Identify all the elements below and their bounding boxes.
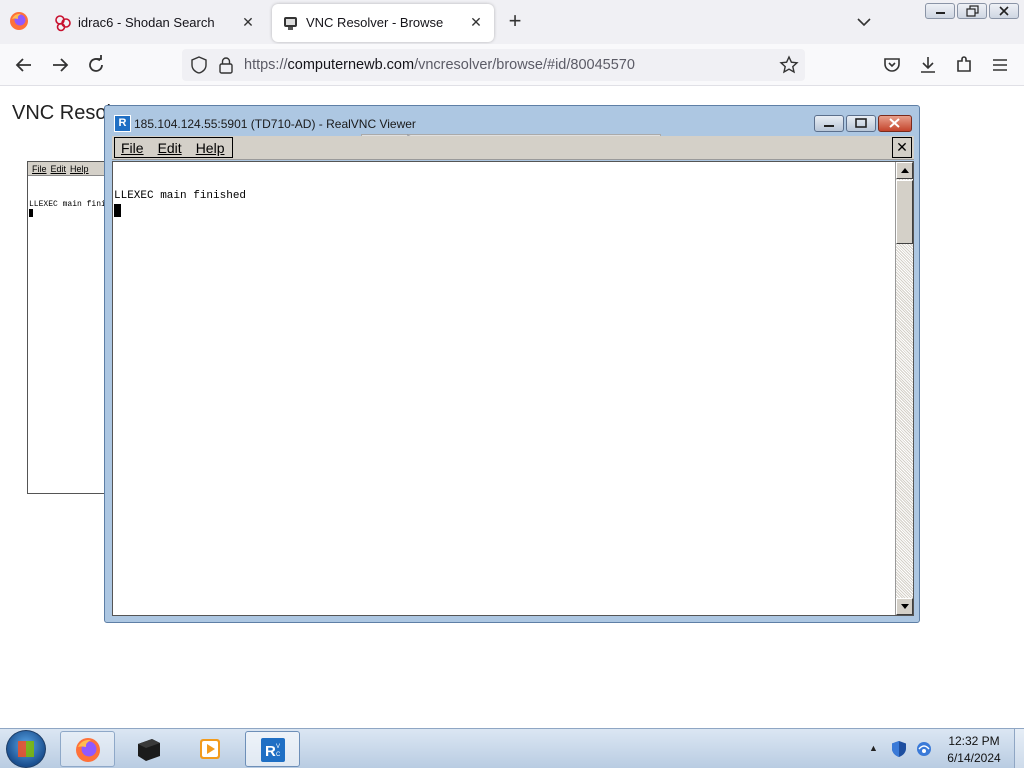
start-button[interactable] (6, 730, 46, 768)
pocket-icon[interactable] (880, 53, 904, 77)
tracking-protection-shield-icon[interactable] (190, 56, 208, 74)
window-restore-button[interactable] (957, 3, 987, 19)
scrollbar-thumb[interactable] (896, 180, 913, 244)
navigation-toolbar: https://computernewb.com/vncresolver/bro… (0, 44, 1024, 86)
close-tab-icon[interactable]: ✕ (466, 12, 486, 32)
maximize-icon (855, 118, 867, 128)
firefox-icon (76, 738, 100, 762)
clock-date[interactable]: 6/14/2024 (946, 751, 1002, 765)
terminal-app-icon (138, 739, 160, 761)
remote-menubar: File Edit Help ✕ (112, 136, 914, 160)
terminal-cursor (114, 204, 121, 217)
clock-time[interactable]: 12:32 PM (946, 734, 1002, 748)
forward-arrow-icon[interactable] (48, 53, 72, 77)
menu-help[interactable]: Help (196, 140, 225, 156)
menu-edit[interactable]: Edit (158, 140, 182, 156)
close-icon (889, 118, 900, 128)
vertical-scrollbar[interactable] (895, 162, 913, 615)
thumbnail-menu-edit: Edit (50, 164, 67, 174)
thumbnail-menu-file: File (32, 164, 47, 174)
svg-text:R: R (265, 743, 276, 760)
vnc-resolver-icon (284, 17, 297, 30)
media-player-icon (200, 739, 220, 759)
vnc-window-title: 185.104.124.55:5901 (TD710-AD) - RealVNC… (134, 117, 416, 131)
close-tab-icon[interactable]: ✕ (238, 12, 258, 32)
hamburger-menu-icon[interactable] (988, 53, 1012, 77)
windows-taskbar: R V C ▲ 12:32 PM 6/14/2024 (0, 728, 1024, 768)
thumbnail-menubar: File Edit Help (28, 162, 108, 176)
remote-close-icon[interactable]: ✕ (892, 137, 912, 158)
realvnc-viewer-window: R 185.104.124.55:5901 (TD710-AD) - RealV… (104, 105, 920, 623)
new-tab-button[interactable]: + (503, 10, 527, 34)
lock-icon[interactable] (217, 56, 235, 74)
url-text[interactable]: https://computernewb.com/vncresolver/bro… (244, 57, 635, 73)
reload-icon[interactable] (84, 53, 108, 77)
menu-file[interactable]: File (121, 140, 144, 156)
taskbar-media-button[interactable] (183, 731, 238, 767)
taskbar-app-button[interactable] (122, 731, 177, 767)
tab-vnc-resolver[interactable]: VNC Resolver - Browse ✕ (272, 4, 494, 42)
realvnc-icon: R (114, 115, 131, 132)
realvnc-icon: R V C (261, 738, 285, 762)
thumbnail-terminal-text: LLEXEC main finished (29, 200, 108, 209)
show-hidden-icons-arrow[interactable]: ▲ (869, 743, 878, 753)
vnc-minimize-button[interactable] (814, 115, 844, 132)
taskbar-realvnc-button[interactable]: R V C (245, 731, 300, 767)
extensions-puzzle-icon[interactable] (952, 53, 976, 77)
address-bar[interactable]: https://computernewb.com/vncresolver/bro… (182, 49, 805, 81)
browser-tab-strip: idrac6 - Shodan Search ✕ VNC Resolver - … (0, 0, 1024, 44)
downloads-icon[interactable] (916, 53, 940, 77)
bookmark-star-icon[interactable] (779, 55, 799, 75)
thumbnail-cursor (29, 209, 33, 217)
network-icon[interactable] (915, 740, 933, 758)
svg-text:V: V (276, 744, 280, 750)
url-host: computernewb.com (287, 57, 415, 73)
shodan-icon (55, 15, 71, 32)
close-icon (999, 6, 1009, 16)
scroll-down-arrow-icon[interactable] (896, 598, 913, 615)
minimize-icon (824, 125, 834, 127)
thumbnail-menu-help: Help (70, 164, 89, 174)
remote-menu-group: File Edit Help (114, 137, 234, 158)
back-arrow-icon[interactable] (12, 53, 36, 77)
tab-title: idrac6 - Shodan Search (78, 15, 215, 30)
restore-icon (966, 5, 979, 17)
tab-title: VNC Resolver - Browse (306, 15, 444, 30)
vnc-maximize-button[interactable] (846, 115, 876, 132)
tab-shodan-search[interactable]: idrac6 - Shodan Search ✕ (44, 4, 266, 42)
svg-text:C: C (276, 752, 281, 758)
security-shield-icon[interactable] (891, 740, 907, 758)
list-all-tabs-icon[interactable] (852, 11, 876, 33)
taskbar-firefox-button[interactable] (60, 731, 115, 767)
minimize-icon (936, 12, 945, 14)
remote-terminal-screen[interactable]: LLEXEC main finished (112, 161, 914, 616)
url-path: /vncresolver/browse/#id/80045570 (414, 57, 635, 73)
show-desktop-button[interactable] (1014, 729, 1024, 768)
firefox-menu-icon[interactable] (9, 11, 29, 31)
vnc-close-button[interactable] (878, 115, 912, 132)
window-minimize-button[interactable] (925, 3, 955, 19)
window-close-button[interactable] (989, 3, 1019, 19)
url-scheme: https:// (244, 57, 288, 73)
vnc-screenshot-thumbnail[interactable]: FileEditHelp LLEXEC main finished (27, 161, 109, 494)
scroll-up-arrow-icon[interactable] (896, 162, 913, 179)
terminal-output-line: LLEXEC main finished (114, 190, 247, 202)
